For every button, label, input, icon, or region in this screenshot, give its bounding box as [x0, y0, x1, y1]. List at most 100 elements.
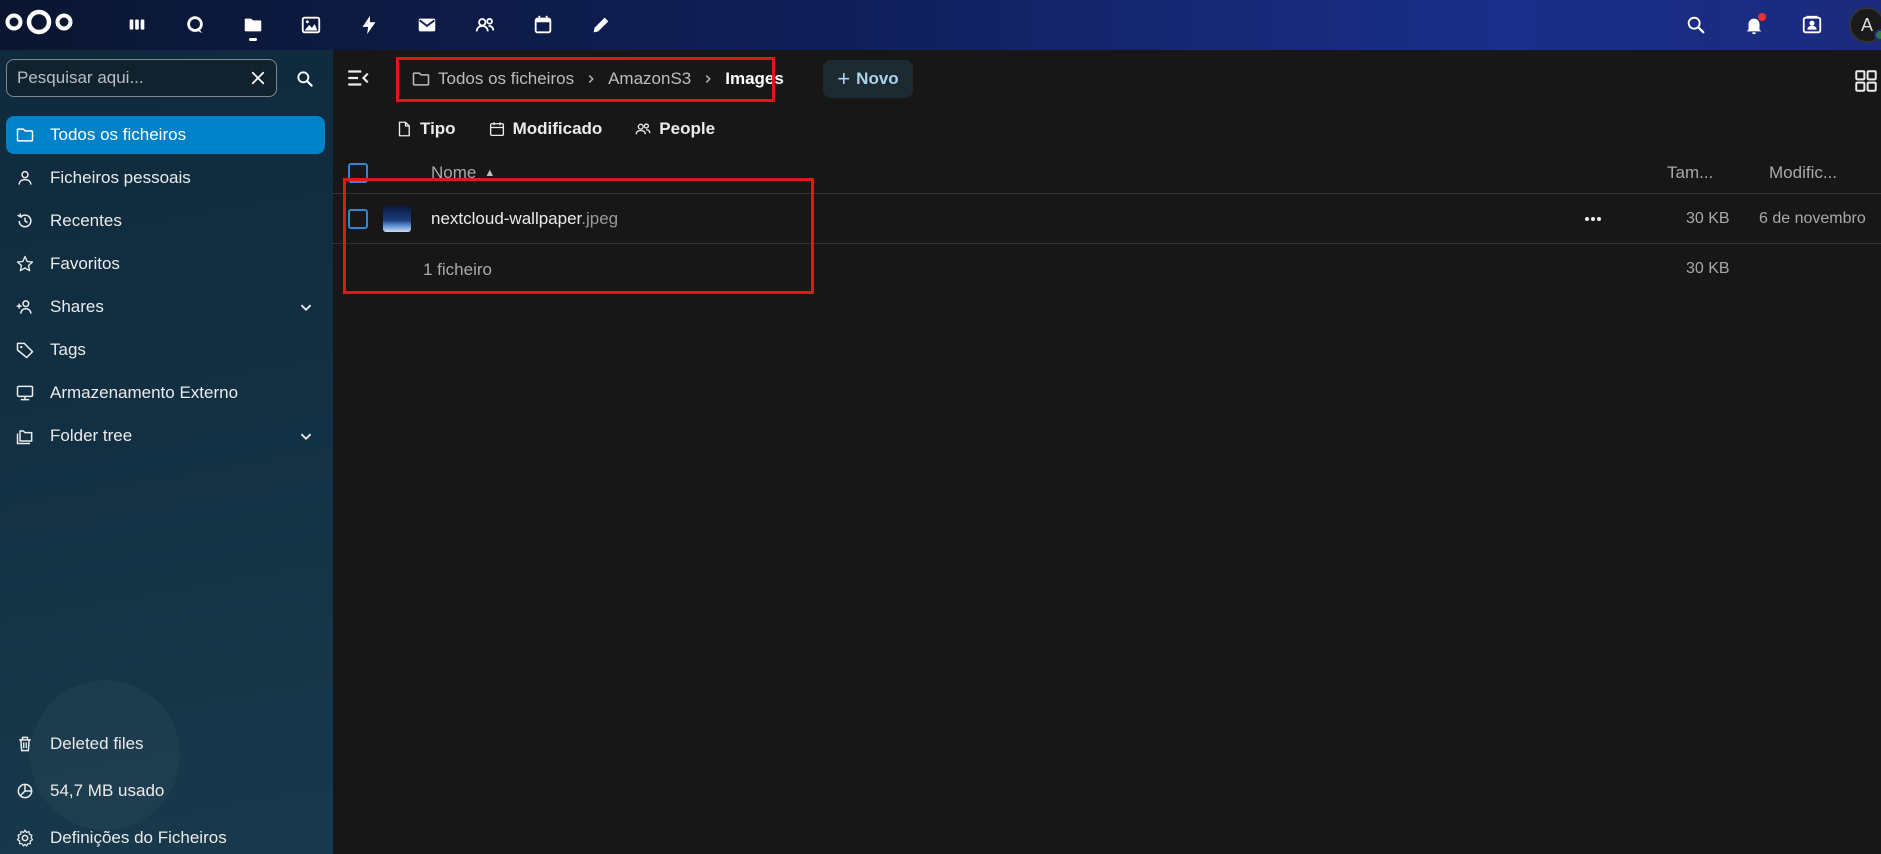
- app-files[interactable]: [224, 0, 282, 50]
- folder-multiple-icon: [16, 430, 33, 445]
- breadcrumb: Todos os ficheiros AmazonS3 Images: [411, 66, 784, 92]
- status-online-badge: [1874, 29, 1881, 41]
- sidebar-item-label: Ficheiros pessoais: [50, 168, 191, 187]
- row-select-checkbox[interactable]: [348, 209, 368, 229]
- column-header-modified[interactable]: Modific...: [1769, 163, 1837, 183]
- file-thumbnail[interactable]: [383, 206, 411, 232]
- notifications-button[interactable]: [1725, 0, 1783, 50]
- avatar-initial: A: [1860, 14, 1873, 35]
- unified-search-button[interactable]: [1667, 0, 1725, 50]
- new-button-label: Novo: [856, 69, 899, 88]
- table-row[interactable]: nextcloud-wallpaper.jpeg 30 KB 6 de nove…: [333, 194, 1881, 244]
- sidebar-item-label: Deleted files: [50, 734, 144, 753]
- app-notes[interactable]: [572, 0, 630, 50]
- filter-modified[interactable]: Modificado: [488, 119, 603, 139]
- breadcrumb-label: Todos os ficheiros: [438, 69, 575, 88]
- file-size: 30 KB: [1686, 210, 1730, 227]
- more-actions-icon[interactable]: [1581, 207, 1605, 231]
- chevron-down-icon[interactable]: [295, 425, 317, 447]
- contacts-menu-button[interactable]: [1783, 0, 1841, 50]
- chevron-right-icon: [574, 72, 608, 86]
- sidebar-item-all-files[interactable]: Todos os ficheiros: [6, 116, 325, 154]
- file-basename: nextcloud-wallpaper: [431, 209, 582, 228]
- user-avatar[interactable]: A: [1849, 7, 1881, 43]
- grid-view-icon[interactable]: [1853, 68, 1879, 94]
- app-mail[interactable]: [398, 0, 456, 50]
- breadcrumb-images[interactable]: Images: [725, 69, 784, 89]
- sidebar-item-label: Tags: [50, 340, 86, 359]
- select-all-checkbox[interactable]: [348, 163, 368, 183]
- sidebar-item-files-settings[interactable]: Definições do Ficheiros: [6, 819, 325, 854]
- monitor-icon: [16, 385, 34, 401]
- app-contacts[interactable]: [456, 0, 514, 50]
- sidebar-item-deleted-files[interactable]: Deleted files: [6, 725, 325, 763]
- contacts-icon: [475, 18, 495, 32]
- new-button[interactable]: + Novo: [823, 60, 913, 98]
- breadcrumb-all-files[interactable]: Todos os ficheiros: [411, 69, 574, 89]
- sort-ascending-icon: ▲: [484, 167, 496, 179]
- file-count: 1 ficheiro: [423, 260, 492, 279]
- sidebar-item-label: Armazenamento Externo: [50, 383, 239, 402]
- folder-icon: [412, 72, 430, 86]
- plus-icon: +: [837, 66, 851, 91]
- column-header-name[interactable]: Nome ▲: [431, 163, 495, 183]
- account-icon: [18, 170, 32, 185]
- nextcloud-logo-icon[interactable]: [4, 8, 74, 36]
- file-modified: 6 de novembro: [1759, 210, 1866, 227]
- search-icon: [297, 71, 313, 87]
- column-size-label: Tam...: [1667, 163, 1714, 182]
- app-menu: [108, 0, 630, 50]
- sidebar-item-folder-tree[interactable]: Folder tree: [6, 417, 325, 455]
- storage-quota[interactable]: 54,7 MB usado: [6, 772, 325, 810]
- files-summary-row: 1 ficheiro 30 KB: [333, 244, 1881, 294]
- sidebar-item-label: Definições do Ficheiros: [50, 828, 227, 847]
- app-photos[interactable]: [282, 0, 340, 50]
- total-size: 30 KB: [1686, 260, 1730, 277]
- sidebar-item-shares[interactable]: Shares: [6, 288, 325, 326]
- sidebar-item-label: Favoritos: [50, 254, 120, 273]
- file-name[interactable]: nextcloud-wallpaper.jpeg: [431, 209, 618, 229]
- sidebar-item-label: Folder tree: [50, 426, 133, 445]
- calendar-icon: [489, 122, 504, 137]
- navigation-footer: Deleted files 54,7 MB usado Definições d…: [6, 725, 325, 854]
- search-input[interactable]: [17, 68, 240, 88]
- toggle-navigation-icon[interactable]: [345, 65, 371, 91]
- filter-label: Modificado: [512, 119, 603, 138]
- column-header-size[interactable]: Tam...: [1667, 163, 1713, 183]
- sidebar-item-label: Shares: [50, 297, 104, 316]
- top-bar: A: [0, 0, 1881, 50]
- clear-search-button[interactable]: [240, 60, 276, 96]
- pencil-icon: [593, 17, 609, 33]
- sidebar-item-favorites[interactable]: Favoritos: [6, 245, 325, 283]
- talk-icon: [187, 16, 203, 34]
- share-icon: [16, 300, 32, 314]
- files-table-header: Nome ▲ Tam... Modific...: [333, 152, 1881, 194]
- gear-icon: [16, 829, 34, 847]
- folder-icon: [244, 18, 262, 32]
- sidebar-item-personal-files[interactable]: Ficheiros pessoais: [6, 159, 325, 197]
- app-talk[interactable]: [166, 0, 224, 50]
- app-calendar[interactable]: [514, 0, 572, 50]
- breadcrumb-label: Images: [725, 69, 784, 88]
- app-dashboard[interactable]: [108, 0, 166, 50]
- sidebar-item-recent[interactable]: Recentes: [6, 202, 325, 240]
- history-icon: [17, 213, 32, 228]
- notification-dot: [1758, 13, 1766, 21]
- breadcrumb-label: AmazonS3: [608, 69, 692, 88]
- breadcrumb-amazons3[interactable]: AmazonS3: [608, 69, 691, 89]
- header-right: A: [1667, 0, 1881, 50]
- people-icon: [635, 123, 651, 135]
- filter-type[interactable]: Tipo: [395, 119, 456, 139]
- filter-people[interactable]: People: [634, 119, 715, 139]
- folder-icon: [16, 128, 34, 142]
- app-activity[interactable]: [340, 0, 398, 50]
- tag-icon: [16, 342, 34, 359]
- sidebar-item-label: Todos os ficheiros: [50, 125, 187, 144]
- chevron-down-icon[interactable]: [295, 296, 317, 318]
- files-list-view: Todos os ficheiros AmazonS3 Images + Nov…: [333, 50, 1881, 854]
- chevron-right-icon: [691, 72, 725, 86]
- mail-icon: [418, 18, 436, 32]
- sidebar-item-tags[interactable]: Tags: [6, 331, 325, 369]
- search-button[interactable]: [288, 62, 322, 96]
- sidebar-item-external-storage[interactable]: Armazenamento Externo: [6, 374, 325, 412]
